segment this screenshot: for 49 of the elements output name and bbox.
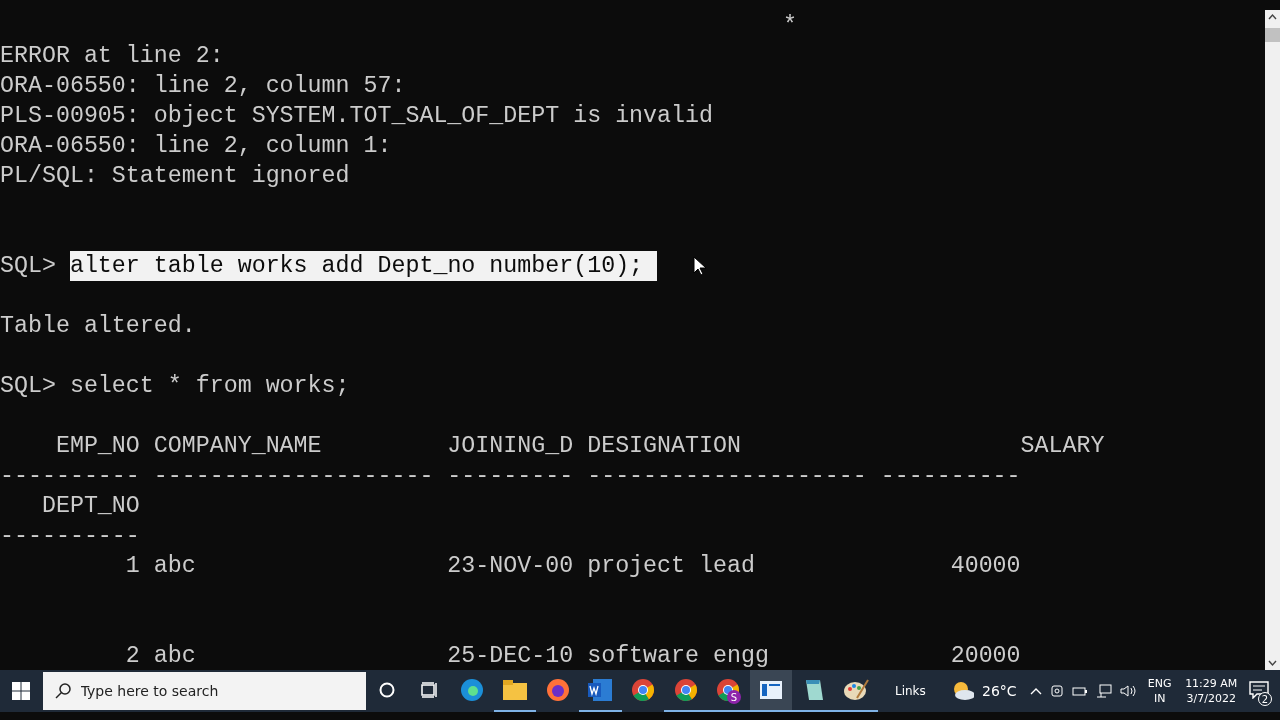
sql-command: select * from works;	[69, 372, 350, 401]
battery-icon[interactable]	[1072, 685, 1089, 697]
console-line: EMP_NO COMPANY_NAME JOINING_D DESIGNATION SALARY	[54, 432, 1105, 461]
console-line: *	[781, 12, 797, 41]
scroll-thumb[interactable]	[1265, 28, 1280, 42]
profile-badge: S	[726, 690, 741, 704]
windows-icon	[12, 682, 31, 700]
search-icon	[54, 683, 71, 699]
task-view-icon	[420, 682, 439, 698]
circle-icon	[379, 682, 395, 698]
console-line: 1 abc 23-NOV-00 project lead 40000	[124, 552, 1021, 581]
clock-time[interactable]: 11:29 AM	[1185, 676, 1238, 691]
console-line: ORA-06550: line 2, column 1:	[0, 132, 392, 161]
taskbar-app[interactable]: S	[706, 670, 750, 712]
folder-icon	[502, 680, 527, 700]
temperature: 26°C	[982, 683, 1017, 699]
console-line: 2 abc 25-DEC-10 software engg 20000	[124, 642, 1021, 670]
console-line: ----------	[0, 522, 140, 551]
language[interactable]: ENG	[1147, 676, 1172, 691]
console-line: ---------- -------------------- --------- -------------------- ----------	[0, 462, 1021, 491]
browser-icon	[673, 678, 698, 702]
sql-prompt: SQL>	[0, 252, 56, 281]
edge-icon	[460, 678, 485, 702]
selected-command: alter table works add Dept_no number(10);	[69, 251, 658, 281]
clock-date[interactable]: 3/7/2022	[1186, 691, 1236, 706]
console-line: ORA-06550: line 2, column 57:	[0, 72, 406, 101]
camera-icon[interactable]	[1050, 684, 1065, 698]
region[interactable]: IN	[1153, 691, 1166, 706]
taskbar-app[interactable]	[749, 670, 793, 712]
links-toolbar[interactable]: Links	[895, 684, 926, 698]
console-line: Table altered.	[0, 312, 196, 341]
network-icon[interactable]	[1096, 684, 1113, 698]
mouse-cursor-icon	[693, 256, 707, 276]
search-field[interactable]: Type here to search	[42, 672, 366, 710]
palette-icon	[843, 678, 870, 702]
speaker-icon[interactable]	[1120, 684, 1137, 698]
sql-prompt: SQL>	[0, 372, 56, 401]
console-line: DEPT_NO	[40, 492, 140, 521]
notification-count: 2	[1258, 692, 1272, 706]
notifications-button[interactable]: 2	[1237, 670, 1280, 712]
firefox-icon	[545, 678, 570, 702]
scrollbar[interactable]	[1265, 10, 1280, 670]
browser-icon	[630, 678, 655, 702]
console-line: PLS-00905: object SYSTEM.TOT_SAL_OF_DEPT is invalid	[0, 102, 713, 131]
weather-icon	[951, 681, 975, 701]
console-line: ERROR at line 2:	[0, 42, 224, 71]
window-icon	[759, 681, 782, 699]
document-icon	[588, 679, 613, 701]
console-line: PL/SQL: Statement ignored	[0, 162, 350, 191]
